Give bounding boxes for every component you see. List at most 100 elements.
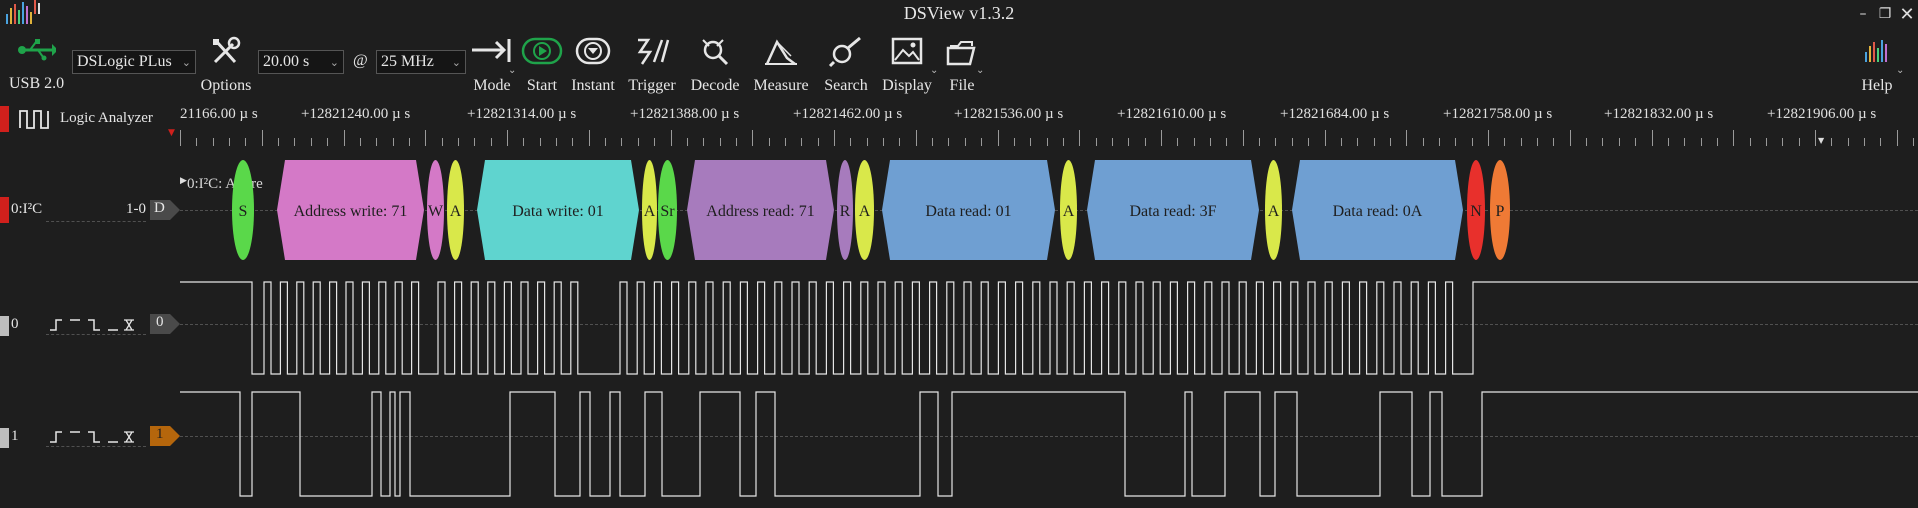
title-bar: DSView v1.3.2 – ❐ ✕ (0, 0, 1918, 28)
display-dropdown-icon[interactable]: ⌄ (930, 65, 938, 76)
segment-label: R (840, 203, 851, 220)
segment-label: Data read: 0A (1333, 203, 1423, 220)
channel0-name[interactable]: 0 (11, 316, 19, 333)
mode-dropdown-icon[interactable]: ⌄ (508, 65, 516, 76)
segment-label: Address read: 71 (706, 203, 814, 220)
duration-select-value: 20.00 s (263, 53, 310, 70)
left-panel: Logic Analyzer ▼ 0:I²C 1-0 D 0 0 1 1 (0, 100, 180, 508)
chevron-down-icon: ⌄ (181, 55, 191, 69)
close-icon[interactable]: ✕ (1896, 0, 1918, 28)
channel0-marker (0, 316, 9, 336)
trigger-button[interactable]: Trigger (624, 36, 680, 95)
channel1-trace (180, 391, 1918, 497)
decoded-segment-address-write[interactable]: Address write: 71 (277, 160, 424, 260)
segment-label: Address write: 71 (294, 203, 408, 220)
trigger-edges-icon[interactable] (48, 428, 144, 444)
segment-label: Data write: 01 (512, 203, 604, 220)
ruler-ticks (180, 130, 1914, 146)
channel1-badge[interactable]: 1 (150, 426, 182, 446)
toolbar: USB 2.0 DSLogic PLus ⌄ Options 20.00 s ⌄… (0, 28, 1918, 100)
decoded-segment-nack[interactable]: N (1467, 160, 1485, 260)
channel0-underline (46, 334, 146, 335)
device-select[interactable]: DSLogic PLus ⌄ (72, 50, 196, 74)
decoded-segment-stop[interactable]: P (1490, 160, 1510, 260)
channel1-name[interactable]: 1 (11, 428, 19, 445)
minimize-icon[interactable]: – (1852, 0, 1874, 28)
channel0-badge-label: 0 (156, 314, 164, 330)
cursor-marker-icon[interactable]: ▼ (1818, 136, 1824, 145)
mode-menu-icon[interactable]: ▼ (168, 128, 175, 138)
help-dropdown-icon[interactable]: ⌄ (1896, 65, 1904, 76)
ruler-label: 21166.00 µ s (180, 106, 258, 122)
ruler-label: +12821684.00 µ s (1280, 106, 1390, 122)
decoded-segment-start[interactable]: Sr (658, 160, 677, 260)
window-title: DSView v1.3.2 (903, 3, 1015, 23)
segment-label: A (1063, 203, 1075, 220)
usb-button[interactable]: USB 2.0 (6, 34, 66, 93)
segment-label: N (1470, 203, 1482, 220)
time-ruler[interactable]: 21166.00 µ s +12821240.00 µ s +12821314.… (180, 100, 1918, 150)
help-button[interactable]: Help (1852, 36, 1902, 95)
sample-rate-select[interactable]: 25 MHz ⌄ (376, 50, 466, 74)
ruler-label: +12821832.00 µ s (1604, 106, 1714, 122)
segment-label: A (450, 203, 462, 220)
channel1-underline (46, 446, 146, 447)
display-label: Display (882, 77, 932, 94)
duration-select[interactable]: 20.00 s ⌄ (258, 50, 344, 74)
signal-area[interactable]: ▶ 0:I²C: Addre S Address write: 71 W A Data … (180, 152, 1918, 508)
decoder-name-underline (46, 221, 146, 222)
restore-icon[interactable]: ❐ (1874, 0, 1896, 28)
decode-button[interactable]: Decode (686, 36, 744, 95)
trigger-edges-icon[interactable] (48, 316, 144, 332)
file-dropdown-icon[interactable]: ⌄ (976, 65, 984, 76)
window-controls: – ❐ ✕ (1852, 0, 1918, 28)
badge-shape-icon (150, 426, 180, 446)
channel1-waveform[interactable] (180, 384, 1918, 508)
channel0-badge[interactable]: 0 (150, 314, 182, 334)
decoded-segment-ack[interactable]: A (1060, 160, 1077, 260)
decoder-track[interactable]: S Address write: 71 W A Data write: 01 A Sr Add… (180, 152, 1918, 272)
options-label: Options (200, 77, 252, 94)
search-button[interactable]: Search (818, 36, 874, 95)
ruler-label: +12821388.00 µ s (630, 106, 740, 122)
decode-icon (702, 39, 729, 66)
decoded-segment-data-read[interactable]: Data read: 0A (1292, 160, 1463, 260)
mode-label: Mode (473, 77, 511, 94)
segment-label: A (644, 203, 656, 220)
decoded-segment-data-read[interactable]: Data read: 3F (1087, 160, 1259, 260)
measure-button[interactable]: Measure (748, 36, 814, 95)
decoded-segment-ack[interactable]: A (447, 160, 464, 260)
start-button[interactable]: Start (518, 36, 566, 95)
ruler-label: +12821314.00 µ s (467, 106, 577, 122)
channel0-trace (180, 281, 1918, 375)
instant-button[interactable]: Instant (566, 36, 620, 95)
options-button[interactable]: Options (196, 36, 256, 95)
decoded-segment-ack[interactable]: A (642, 160, 657, 260)
chevron-down-icon: ⌄ (451, 55, 461, 69)
decoded-segment-data-write[interactable]: Data write: 01 (477, 160, 639, 260)
decoder-badge[interactable]: D (150, 200, 182, 220)
decoded-segment-data-read[interactable]: Data read: 01 (882, 160, 1055, 260)
at-symbol: @ (353, 52, 368, 69)
decode-label: Decode (690, 77, 740, 94)
decoder-channel-name[interactable]: 0:I²C (11, 201, 42, 218)
decoded-segment-rw-write[interactable]: W (427, 160, 444, 260)
channel0-waveform[interactable] (180, 272, 1918, 384)
segment-label: Data read: 3F (1129, 203, 1216, 220)
play-icon (521, 37, 563, 65)
decoded-segment-start[interactable]: S (232, 160, 254, 260)
folder-icon (946, 41, 976, 66)
measure-label: Measure (753, 77, 809, 94)
ruler-label: +12821536.00 µ s (954, 106, 1064, 122)
decoded-segment-address-read[interactable]: Address read: 71 (687, 160, 834, 260)
usb-icon (18, 39, 58, 61)
usb-label: USB 2.0 (9, 75, 65, 92)
ruler-label: +12821610.00 µ s (1117, 106, 1227, 122)
mode-title[interactable]: Logic Analyzer (60, 110, 153, 127)
decoded-segment-rw-read[interactable]: R (837, 160, 853, 260)
decoded-segment-ack[interactable]: A (1265, 160, 1282, 260)
channel1-marker (0, 428, 9, 448)
decoded-segment-ack[interactable]: A (855, 160, 874, 260)
display-button[interactable]: Display (876, 36, 938, 95)
search-icon (828, 36, 861, 68)
